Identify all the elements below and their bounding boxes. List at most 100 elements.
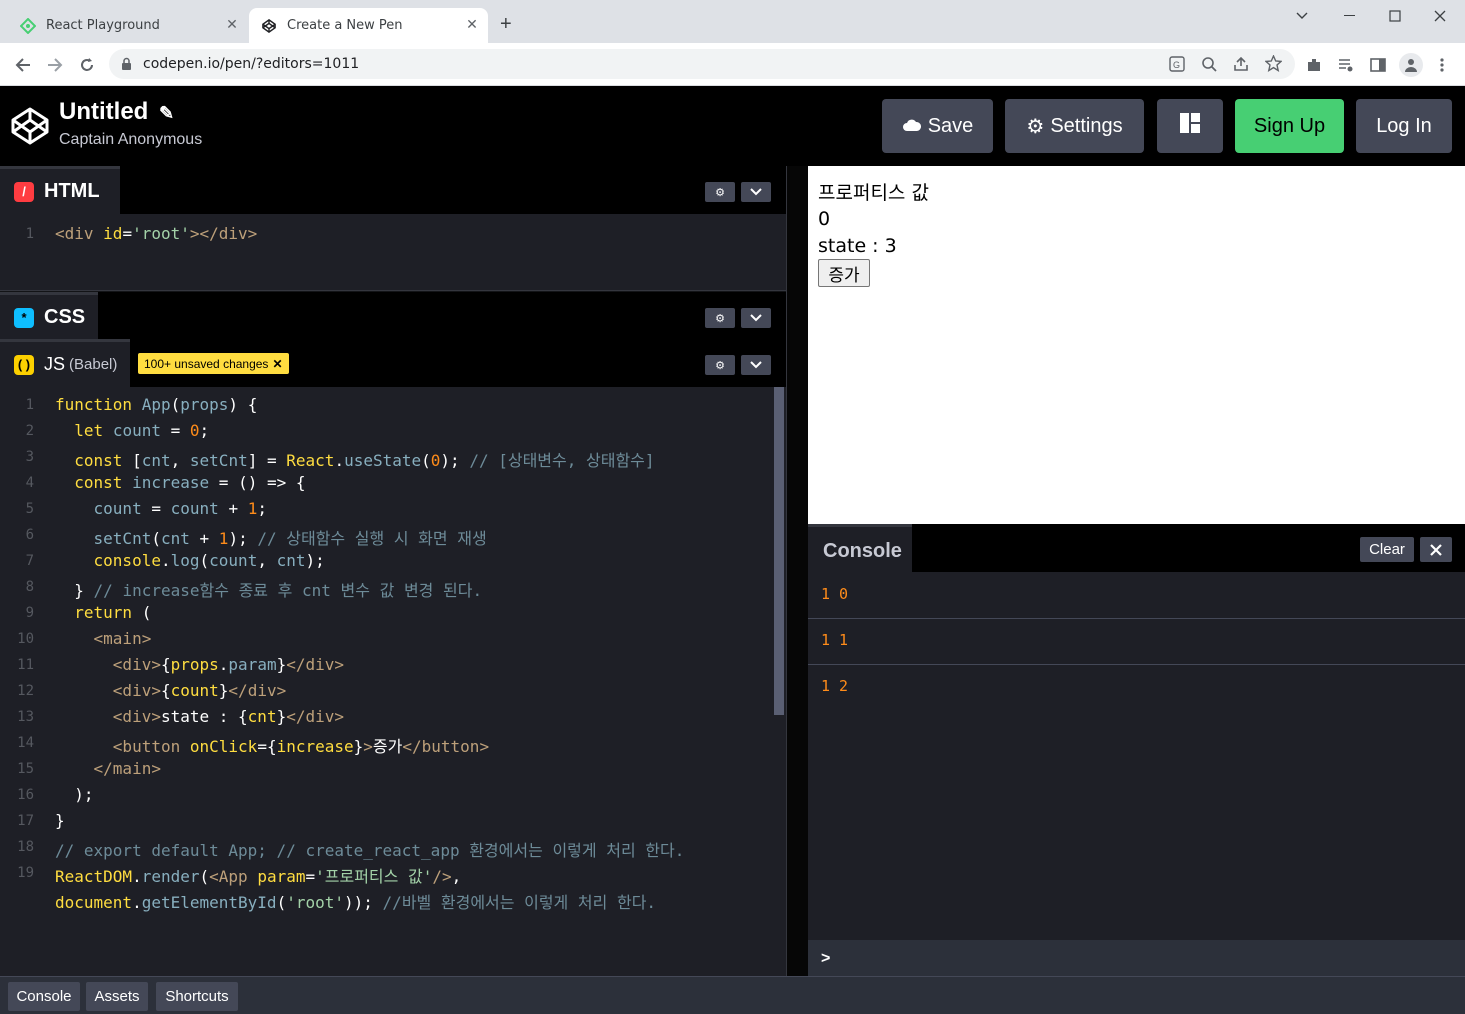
html-editor-header: / HTML ⚙ [0,166,786,214]
console-input[interactable]: > [808,940,1465,976]
editor-column: / HTML ⚙ 1 <div id='root'></div> * CSS ⚙… [0,166,786,976]
line-number: 15 [17,761,34,777]
codepen-logo-icon[interactable] [10,106,50,151]
css-settings-icon[interactable]: ⚙ [705,308,735,328]
change-view-button[interactable] [1157,99,1223,153]
line-number: 19 [17,865,34,881]
preview-state-text: state : 3 [818,235,897,257]
code-line: count = count + 1; [93,499,267,518]
code-line: ); [74,785,94,804]
address-bar[interactable]: codepen.io/pen/?editors=1011 G [109,49,1295,79]
react-favicon-icon [20,17,36,34]
code-line: function App(props) { [55,395,258,414]
js-icon: ( ) [14,354,34,375]
code-line: console.log(count, cnt); [93,551,325,570]
css-editor-header: * CSS ⚙ [0,292,786,340]
dismiss-badge-icon[interactable]: ✕ [272,357,282,371]
code-line: document.getElementById('root')); //바벨 환… [55,893,657,912]
browser-toolbar: codepen.io/pen/?editors=1011 G [0,43,1465,86]
share-icon[interactable] [1233,56,1249,77]
html-collapse-icon[interactable] [741,182,771,202]
code-line: <div>{props.param}</div> [112,655,345,674]
bookmark-star-icon[interactable] [1264,54,1283,77]
lock-icon [121,57,132,76]
increase-button[interactable]: 증가 [818,259,870,287]
line-number: 10 [17,631,34,647]
sign-up-button[interactable]: Sign Up [1235,99,1344,153]
pen-author: Captain Anonymous [59,131,203,148]
settings-button[interactable]: ⚙ Settings [1005,99,1144,153]
html-settings-icon[interactable]: ⚙ [705,182,735,202]
code-line: </main> [93,759,161,778]
close-window-icon[interactable] [1425,6,1455,26]
maximize-icon[interactable] [1380,6,1410,26]
save-button[interactable]: Save [882,99,993,153]
line-number: 14 [17,735,34,751]
code-line: <div>{count}</div> [112,681,287,700]
clear-console-button[interactable]: Clear [1360,537,1414,562]
minimize-icon[interactable] [1335,6,1365,26]
html-editor-body[interactable]: 1 <div id='root'></div> [0,214,786,291]
code-line: // export default App; // create_react_a… [55,841,685,860]
html-icon: / [14,181,34,202]
cloud-icon [902,115,922,138]
console-panel: Console Clear 1 0 1 1 1 2 > [808,524,1465,976]
back-icon[interactable] [13,55,33,75]
tab-title: React Playground [46,18,160,33]
console-header: Console Clear [808,524,1465,572]
line-number: 12 [17,683,34,699]
browser-tab-create-pen[interactable]: Create a New Pen ✕ [249,8,488,43]
line-number: 5 [25,501,34,517]
html-code-line: <div id='root'></div> [55,224,258,243]
css-collapse-icon[interactable] [741,308,771,328]
zoom-icon[interactable] [1201,56,1217,77]
translate-icon[interactable]: G [1169,56,1185,77]
line-number: 2 [25,423,34,439]
close-console-icon[interactable] [1420,537,1452,562]
forward-icon[interactable] [45,55,65,75]
reload-icon[interactable] [77,55,97,75]
browser-tab-react-playground[interactable]: React Playground ✕ [0,8,248,43]
js-settings-icon[interactable]: ⚙ [705,355,735,375]
line-number: 7 [25,553,34,569]
footer-assets-button[interactable]: Assets [86,982,148,1011]
unsaved-changes-badge[interactable]: 100+ unsaved changes ✕ [138,353,289,374]
line-number: 9 [25,605,34,621]
tab-search-icon[interactable] [1287,6,1317,26]
code-line: } [55,811,65,830]
css-editor-tab[interactable]: * CSS [0,292,98,340]
preview-param-text: 프로퍼티스 값 [818,182,929,204]
footer-console-button[interactable]: Console [8,982,80,1011]
code-line: <button onClick={increase}>증가</button> [112,737,490,756]
log-in-button[interactable]: Log In [1356,99,1452,153]
line-number: 16 [17,787,34,803]
new-tab-icon[interactable]: + [500,14,512,34]
footer-shortcuts-button[interactable]: Shortcuts [156,982,238,1011]
codepen-header: Untitled ✎ Captain Anonymous Save ⚙ Sett… [0,86,1465,166]
browser-menu-icon[interactable] [1432,55,1452,75]
extensions-icon[interactable] [1304,55,1324,75]
line-number: 8 [25,579,34,595]
editor-scrollbar[interactable] [774,387,784,715]
close-tab-icon[interactable]: ✕ [464,17,480,33]
line-number: 4 [25,475,34,491]
line-number: 17 [17,813,34,829]
edit-pencil-icon[interactable]: ✎ [159,103,174,123]
tab-title: Create a New Pen [287,18,403,33]
code-line: ReactDOM.render(<App param='프로퍼티스 값'/>, [55,867,462,886]
js-collapse-icon[interactable] [741,355,771,375]
js-editor-tab[interactable]: ( ) JS (Babel) [0,339,130,387]
pen-title[interactable]: Untitled ✎ [59,98,174,126]
resize-handle[interactable] [786,166,808,976]
svg-text:G: G [1173,60,1180,70]
close-tab-icon[interactable]: ✕ [224,17,240,33]
media-control-icon[interactable] [1336,55,1356,75]
html-editor-tab[interactable]: / HTML [0,166,120,214]
line-number: 1 [25,397,34,413]
side-panel-icon[interactable] [1368,55,1388,75]
code-line: const [cnt, setCnt] = React.useState(0);… [74,451,655,470]
js-editor-body[interactable]: 1 2 3 4 5 6 7 8 9 10 11 12 13 14 15 16 17 18 19 function A… [0,387,786,976]
profile-avatar-icon[interactable] [1399,53,1423,77]
console-title: Console [808,524,912,572]
code-line: return ( [74,603,152,622]
